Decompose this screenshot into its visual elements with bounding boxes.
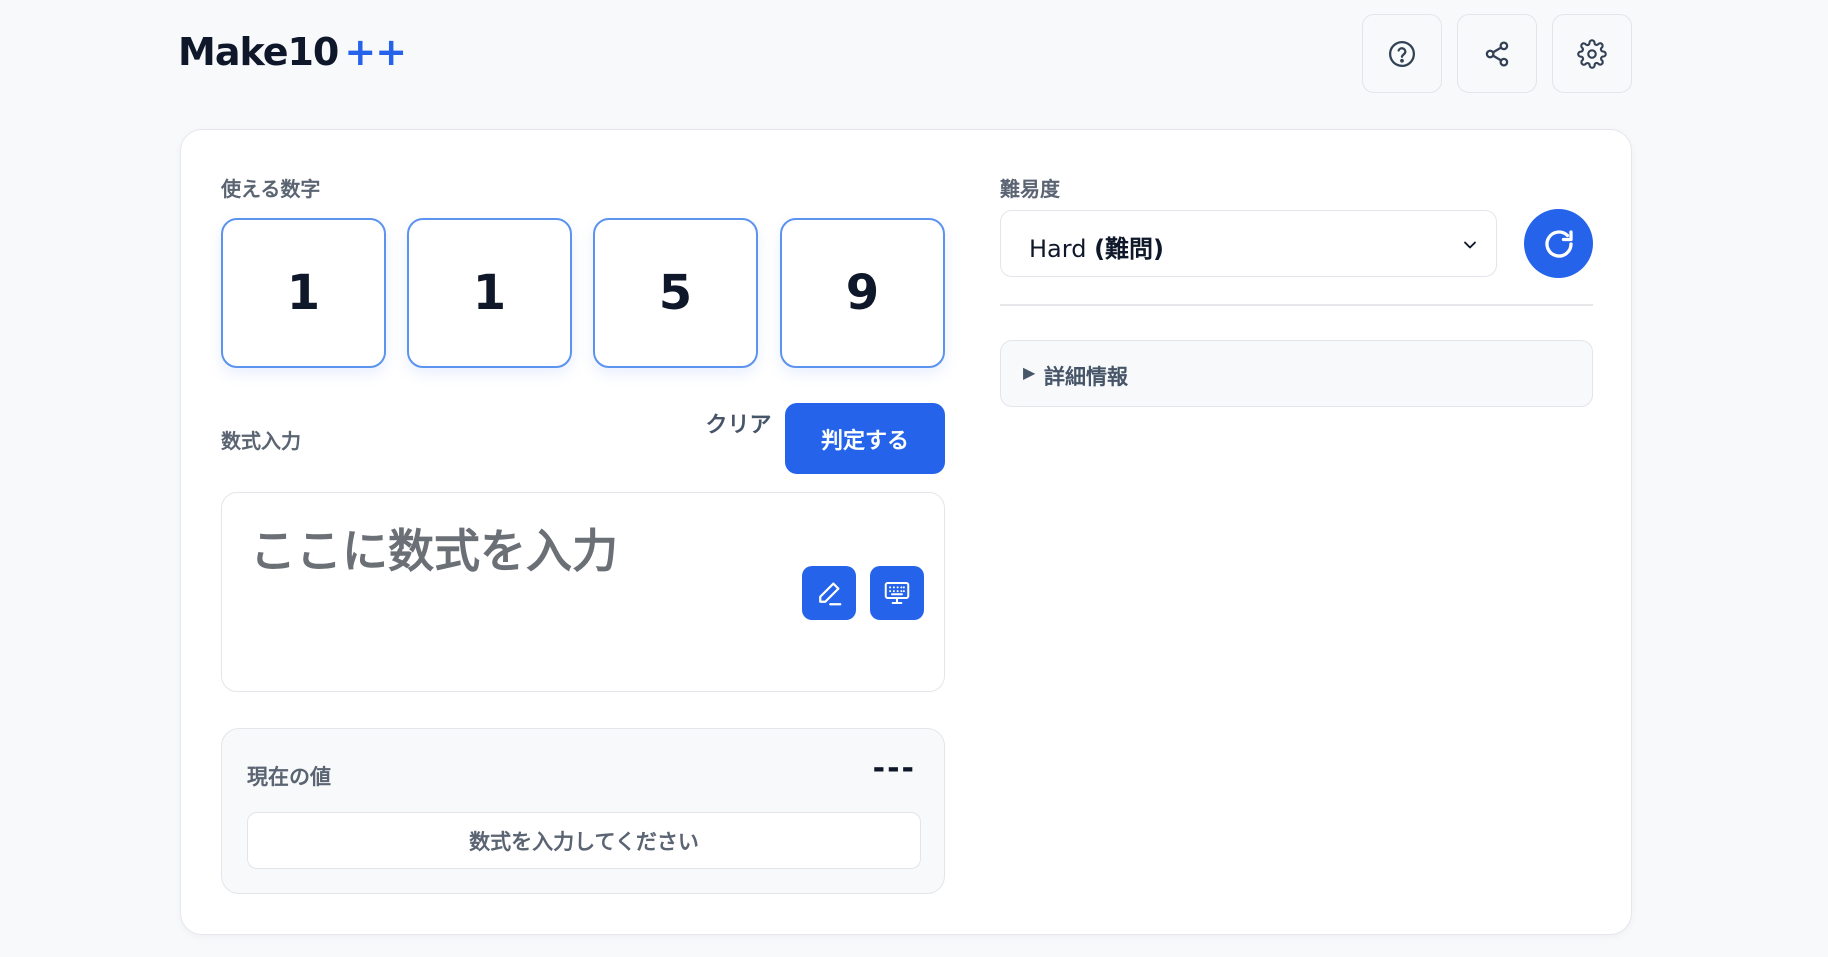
- number-card-3[interactable]: 5: [593, 218, 758, 368]
- current-value-panel: 現在の値 --- 数式を入力してください: [221, 728, 945, 894]
- judge-button[interactable]: 判定する: [785, 403, 945, 474]
- difficulty-selected-en: Hard: [1029, 235, 1087, 263]
- app-title: Make10 ++: [178, 30, 407, 74]
- expression-placeholder: ここに数式を入力: [250, 524, 618, 578]
- pen-icon: [819, 582, 842, 606]
- difficulty-selected-jp: (難問): [1094, 235, 1165, 263]
- refresh-button[interactable]: [1524, 209, 1593, 278]
- app-title-text: Make10: [178, 30, 339, 74]
- divider: [1000, 304, 1593, 306]
- number-card-1[interactable]: 1: [221, 218, 386, 368]
- keyboard-button[interactable]: [870, 566, 924, 620]
- number-card-2[interactable]: 1: [407, 218, 572, 368]
- number-card-4[interactable]: 9: [780, 218, 945, 368]
- pen-button[interactable]: [802, 566, 856, 620]
- question-circle-icon: [1389, 40, 1415, 67]
- refresh-icon: [1544, 229, 1573, 258]
- keyboard-icon: [884, 582, 910, 604]
- share-button[interactable]: [1457, 14, 1537, 93]
- details-arrow-icon: ▶: [1023, 363, 1036, 382]
- main-card: 使える数字 1 1 5 9 数式入力 クリア 判定する ここに数式を入力 現在の…: [180, 129, 1632, 935]
- clear-button[interactable]: クリア: [681, 403, 796, 443]
- difficulty-select[interactable]: Hard (難問): [1000, 210, 1497, 277]
- details-toggle[interactable]: ▶ 詳細情報: [1000, 340, 1593, 407]
- chevron-down-icon: [1464, 241, 1476, 249]
- difficulty-selected-value: Hard (難問): [1029, 229, 1164, 264]
- current-value-message: 数式を入力してください: [247, 812, 921, 869]
- gear-icon: [1577, 38, 1607, 69]
- numbers-label: 使える数字: [221, 177, 321, 201]
- settings-button[interactable]: [1552, 14, 1632, 93]
- difficulty-label: 難易度: [1000, 177, 1060, 201]
- current-value-label: 現在の値: [247, 765, 331, 789]
- details-label: 詳細情報: [1044, 365, 1128, 389]
- expression-label: 数式入力: [221, 429, 301, 453]
- current-value-display: ---: [872, 751, 916, 786]
- expression-input[interactable]: ここに数式を入力: [221, 492, 945, 692]
- share-icon: [1485, 41, 1509, 66]
- help-button[interactable]: [1362, 14, 1442, 93]
- app-title-accent: ++: [344, 30, 407, 74]
